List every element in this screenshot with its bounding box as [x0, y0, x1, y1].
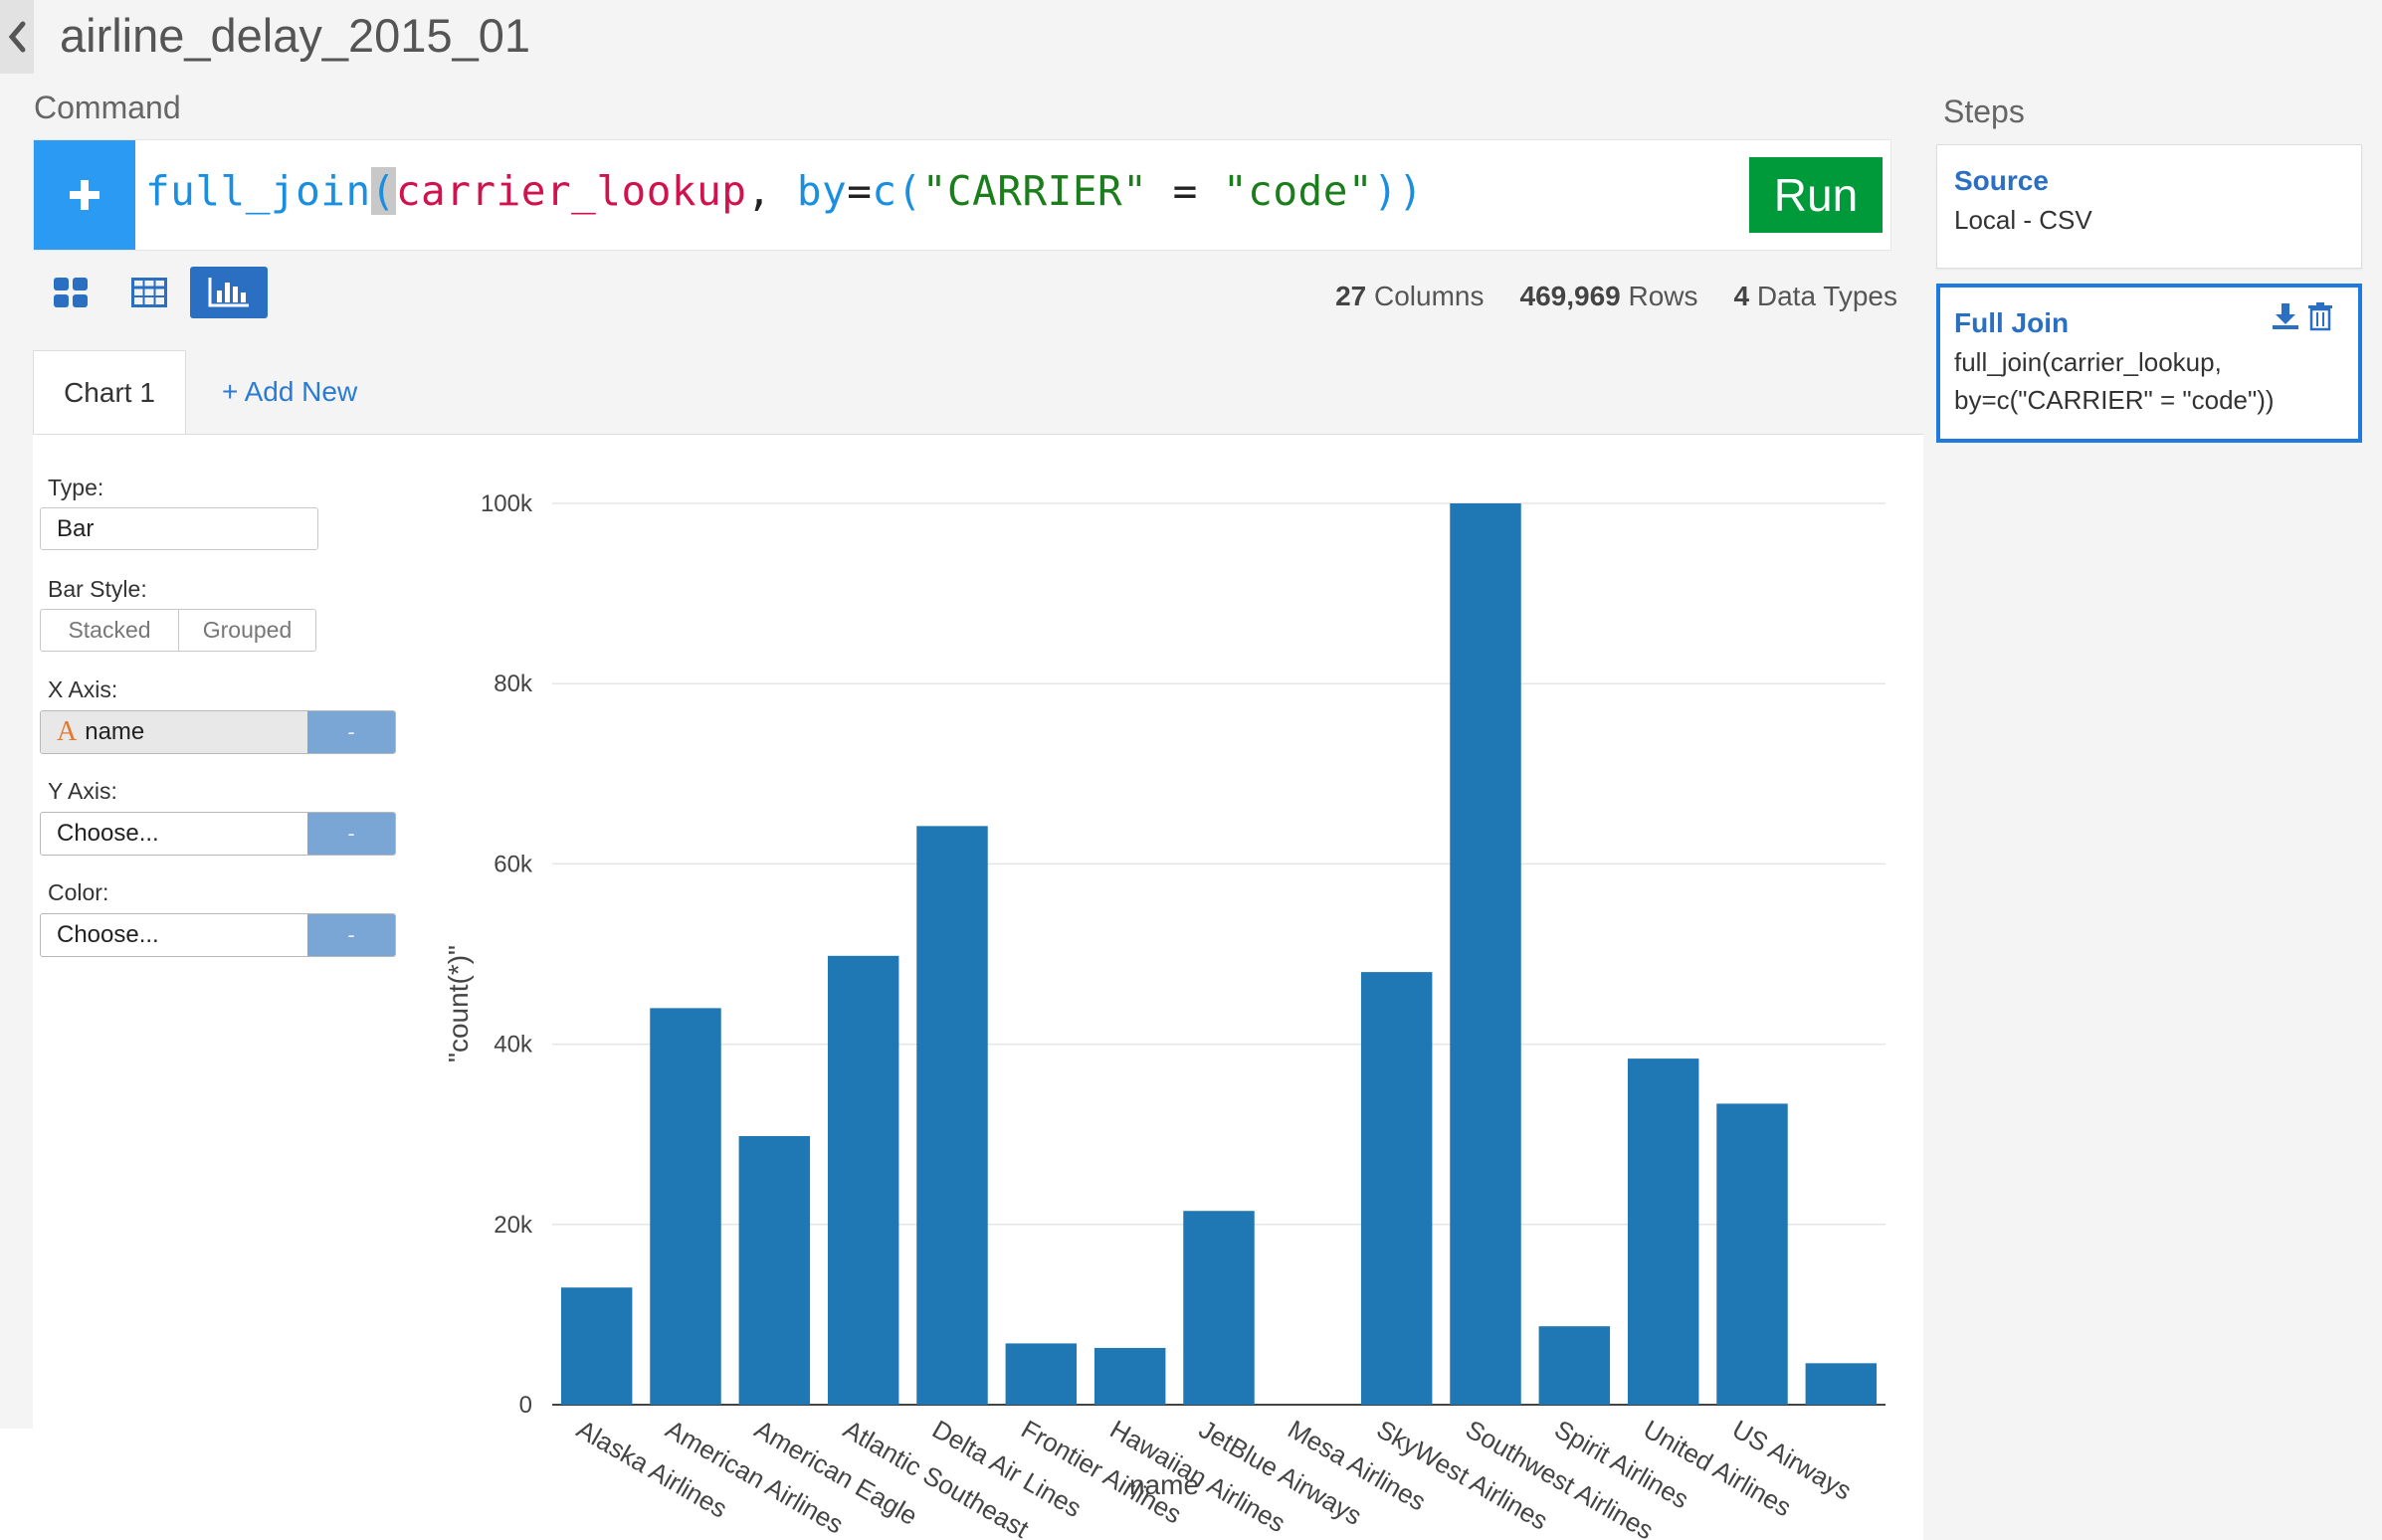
add-chart-tab[interactable]: + Add New [222, 376, 357, 408]
step-full-join-desc-line2: by=c("CARRIER" = "code")) [1954, 385, 2275, 415]
chart-view-button[interactable] [190, 267, 268, 318]
plus-icon [70, 180, 99, 210]
y-axis-title: "count(*)" [443, 945, 474, 1062]
code-inner-paren: ( [896, 167, 922, 215]
bar [1360, 972, 1433, 1405]
columns-count: 27 [1335, 281, 1367, 311]
bar [1093, 1347, 1166, 1405]
bar-chart: 020k40k60k80k100kAlaska AirlinesAmerican… [443, 490, 1886, 1540]
x-axis-title: name [1129, 1469, 1199, 1500]
color-label: Color: [48, 879, 109, 905]
code-operator: = [1147, 167, 1223, 215]
chart-tabs: Chart 1 + Add New [33, 350, 1923, 436]
table-icon [131, 278, 167, 307]
grid-icon [54, 278, 88, 307]
rows-label: Rows [1620, 281, 1698, 311]
columns-label: Columns [1366, 281, 1485, 311]
code-string-code: "code" [1222, 167, 1374, 215]
y-axis-menu-button[interactable]: - [307, 813, 395, 855]
code-equals: = [847, 167, 873, 215]
code-string-carrier: "CARRIER" [921, 167, 1148, 215]
run-button[interactable]: Run [1749, 157, 1883, 233]
bar [650, 1008, 721, 1405]
tab-chart-1[interactable]: Chart 1 [33, 350, 186, 434]
x-axis-value[interactable]: A name [41, 711, 307, 753]
data-types-label: Data Types [1749, 281, 1897, 311]
summary-view-button[interactable] [32, 267, 109, 318]
bar [1538, 1326, 1611, 1405]
bar [560, 1287, 633, 1405]
chart-type-select[interactable]: Bar [40, 507, 318, 550]
bar [1450, 503, 1521, 1405]
command-label: Command [34, 90, 181, 125]
download-icon[interactable] [2271, 301, 2300, 331]
step-source[interactable]: Source Local - CSV [1936, 144, 2362, 269]
y-tick-label: 80k [494, 671, 533, 697]
color-value[interactable]: Choose... [41, 914, 307, 956]
chevron-left-icon [8, 21, 26, 53]
x-axis-column: name [85, 718, 145, 745]
x-axis-field[interactable]: A name - [40, 710, 396, 754]
step-full-join-title: Full Join [1954, 307, 2070, 338]
steps-label: Steps [1943, 94, 2025, 129]
code-close-parens: )) [1373, 167, 1424, 215]
bar-style-label: Bar Style: [48, 576, 147, 602]
step-source-desc: Local - CSV [1954, 205, 2092, 235]
x-tick-label: Alaska Airlines [572, 1414, 732, 1524]
page-title: airline_delay_2015_01 [60, 9, 531, 62]
code-c-function: c [872, 167, 897, 215]
code-open-paren: ( [370, 167, 396, 215]
bar [916, 826, 988, 1405]
color-field[interactable]: Choose... - [40, 913, 396, 957]
stacked-option[interactable]: Stacked [40, 609, 179, 652]
step-source-title: Source [1954, 165, 2049, 196]
step-full-join-desc-line1: full_join(carrier_lookup, [1954, 347, 2222, 377]
string-type-icon: A [57, 716, 78, 747]
bar [1716, 1103, 1788, 1405]
data-types-count: 4 [1733, 281, 1750, 311]
bar-chart-icon [208, 278, 249, 307]
code-argument: carrier_lookup [395, 167, 747, 215]
rows-count: 469,969 [1519, 281, 1621, 311]
y-tick-label: 0 [519, 1392, 532, 1419]
bar [1005, 1343, 1078, 1405]
bar [1805, 1363, 1878, 1405]
command-bar: full_join(carrier_lookup, by=c("CARRIER"… [33, 139, 1891, 251]
table-view-button[interactable] [110, 267, 188, 318]
add-command-button[interactable] [34, 140, 135, 250]
back-button[interactable] [0, 0, 34, 74]
y-axis-value[interactable]: Choose... [41, 813, 307, 855]
type-label: Type: [48, 475, 104, 500]
code-by-keyword: by [796, 167, 848, 215]
code-function: full_join [145, 167, 371, 215]
bar [1627, 1059, 1699, 1405]
y-axis-label: Y Axis: [48, 778, 117, 804]
grouped-option[interactable]: Grouped [178, 609, 316, 652]
x-axis-menu-button[interactable]: - [307, 711, 395, 753]
x-axis-label: X Axis: [48, 676, 118, 702]
command-input[interactable]: full_join(carrier_lookup, by=c("CARRIER"… [145, 167, 1423, 215]
bar [738, 1136, 811, 1405]
color-menu-button[interactable]: - [307, 914, 395, 956]
bar [1183, 1211, 1255, 1405]
y-axis-field[interactable]: Choose... - [40, 812, 396, 856]
code-separator: , [746, 167, 797, 215]
step-full-join[interactable]: Full Join full_join(carrier_lookup, by=c… [1936, 284, 2362, 443]
y-tick-label: 60k [494, 851, 533, 877]
y-tick-label: 100k [481, 490, 533, 517]
trash-icon[interactable] [2306, 301, 2334, 331]
x-tick-label: United Airlines [1639, 1414, 1797, 1522]
data-stats: 27 Columns 469,969 Rows 4 Data Types [1335, 281, 1897, 312]
y-tick-label: 40k [494, 1032, 533, 1059]
y-tick-label: 20k [494, 1212, 533, 1239]
bar [827, 955, 899, 1405]
